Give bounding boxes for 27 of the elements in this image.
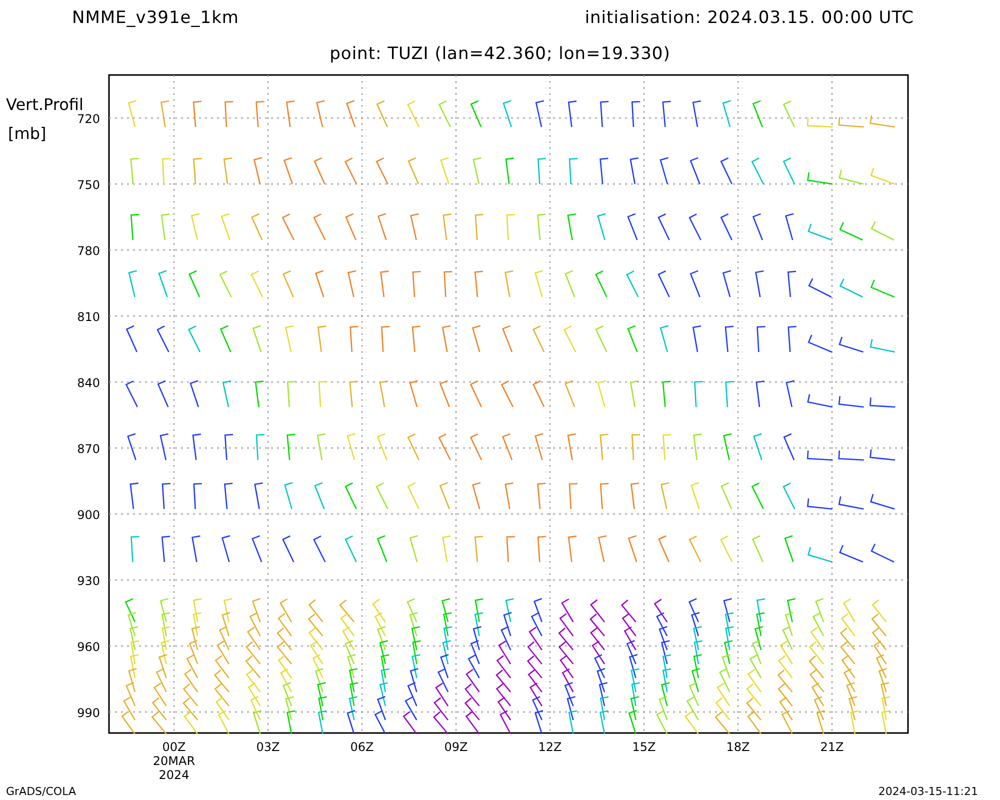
y-tick-label: 840: [77, 376, 100, 390]
y-tick-label: 900: [77, 508, 100, 522]
y-axis-title: Vert.Profil: [6, 95, 84, 114]
x-tick-label: 18Z: [726, 740, 750, 754]
y-tick-label: 870: [77, 442, 100, 456]
y-tick-label: 780: [77, 244, 100, 258]
x-tick-label: 21Z: [820, 740, 844, 754]
y-tick-label: 960: [77, 640, 100, 654]
x-tick-label: 03Z: [256, 740, 280, 754]
y-tick-label: 720: [77, 112, 100, 126]
x-tick-label: 00Z: [162, 740, 186, 754]
x-date-label: 20MAR: [152, 754, 196, 768]
y-tick-label: 810: [77, 310, 100, 324]
x-tick-label: 06Z: [350, 740, 374, 754]
software-credit: GrADS/COLA: [6, 785, 76, 798]
point-title: point: TUZI (lan=42.360; lon=19.330): [330, 44, 670, 66]
x-year-label: 2024: [158, 768, 190, 782]
y-axis-unit: [mb]: [8, 124, 46, 143]
x-tick-label: 12Z: [538, 740, 562, 754]
y-tick-label: 930: [77, 574, 100, 588]
y-tick-label: 750: [77, 178, 100, 192]
y-tick-label: 990: [77, 706, 100, 720]
x-tick-label: 09Z: [444, 740, 468, 754]
model-title: NMME_v391e_1km: [72, 8, 239, 30]
timestamp: 2024-03-15-11:21: [878, 785, 978, 798]
initialisation-time: initialisation: 2024.03.15. 00:00 UTC: [584, 8, 914, 30]
x-tick-label: 15Z: [632, 740, 656, 754]
